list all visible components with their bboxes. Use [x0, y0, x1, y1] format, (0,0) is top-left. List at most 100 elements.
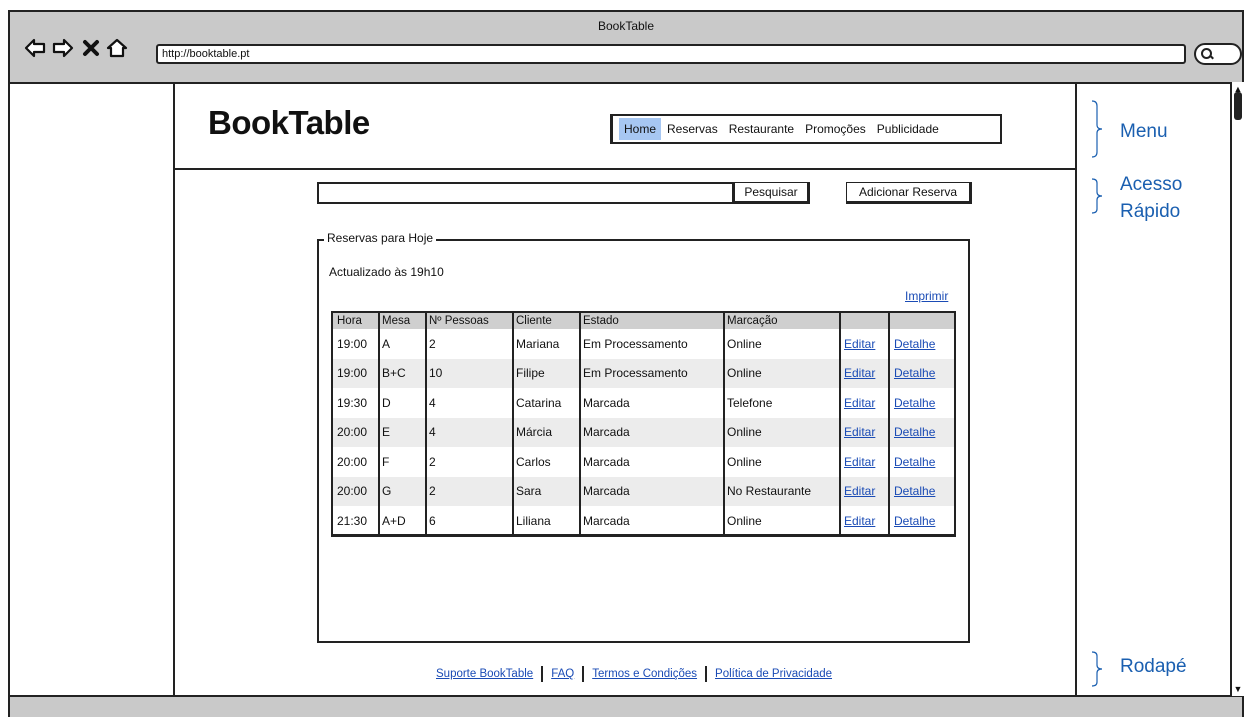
cell-hora: 19:00 [337, 366, 368, 381]
column-divider [888, 313, 890, 534]
reservations-table: Hora Mesa Nº Pessoas Cliente Estado Marc… [331, 311, 956, 537]
edit-link[interactable]: Editar [840, 418, 875, 448]
arrow-left-icon [24, 38, 46, 58]
print-link[interactable]: Imprimir [905, 289, 948, 303]
last-updated-text: Actualizado às 19h10 [329, 265, 444, 279]
menu-brace-icon [1091, 100, 1103, 158]
cell-cliente: Márcia [516, 425, 553, 440]
browser-title: BookTable [597, 19, 655, 33]
cell-marcacao: Online [727, 454, 762, 469]
search-button[interactable]: Pesquisar [734, 182, 810, 204]
menu-item-home[interactable]: Home [619, 118, 662, 140]
edit-link[interactable]: Editar [840, 506, 875, 534]
detail-link[interactable]: Detalhe [890, 447, 935, 477]
footer-link-support[interactable]: Suporte BookTable [436, 668, 533, 680]
add-reservation-button[interactable]: Adicionar Reserva [846, 182, 972, 204]
menu-item-reservas[interactable]: Reservas [662, 118, 723, 140]
footer-link-terms[interactable]: Termos e Condições [592, 668, 697, 680]
column-header-marcacao: Marcação [727, 315, 778, 327]
cell-marcacao: Online [727, 513, 762, 528]
close-icon [83, 40, 99, 56]
edit-link[interactable]: Editar [840, 447, 875, 477]
cell-marcacao: Online [727, 366, 762, 381]
search-icon [1201, 48, 1212, 59]
footer-separator [582, 666, 585, 682]
cell-mesa: A [382, 336, 391, 351]
quick-access-brace-icon [1091, 178, 1103, 214]
cell-cliente: Liliana [516, 513, 551, 528]
stop-button[interactable] [80, 37, 102, 59]
back-button[interactable] [24, 37, 46, 59]
column-divider [723, 313, 725, 534]
home-button[interactable] [106, 37, 128, 59]
scroll-down-icon[interactable]: ▼ [1233, 684, 1243, 694]
site-logo[interactable]: BookTable [208, 104, 370, 142]
cell-estado: Em Processamento [583, 336, 688, 351]
search-input[interactable] [317, 182, 734, 204]
cell-hora: 19:30 [337, 395, 368, 410]
cell-hora: 20:00 [337, 425, 368, 440]
menu-item-promocoes[interactable]: Promoções [800, 118, 871, 140]
footer-link-privacy[interactable]: Política de Privacidade [715, 668, 832, 680]
cell-cliente: Mariana [516, 336, 560, 351]
cell-marcacao: No Restaurante [727, 484, 812, 499]
cell-hora: 21:30 [337, 513, 368, 528]
browser-search-button[interactable] [1194, 43, 1242, 65]
column-header-hora: Hora [337, 315, 362, 327]
edit-link[interactable]: Editar [840, 388, 875, 418]
cell-hora: 20:00 [337, 484, 368, 499]
menu-item-restaurante[interactable]: Restaurante [724, 118, 799, 140]
column-divider [378, 313, 380, 534]
home-icon [106, 38, 128, 58]
cell-mesa: A+D [382, 513, 406, 528]
detail-link[interactable]: Detalhe [890, 506, 935, 534]
column-divider [425, 313, 427, 534]
annotation-menu: Menu [1120, 121, 1168, 142]
footer-link-faq[interactable]: FAQ [551, 668, 574, 680]
page-left-border [173, 82, 175, 696]
detail-link[interactable]: Detalhe [890, 418, 935, 448]
main-menu: Home Reservas Restaurante Promoções Publ… [610, 114, 1002, 144]
scroll-thumb[interactable] [1234, 92, 1242, 120]
cell-estado: Marcada [583, 484, 630, 499]
cell-pessoas: 4 [429, 425, 436, 440]
cell-marcacao: Online [727, 425, 762, 440]
column-divider [579, 313, 581, 534]
detail-link[interactable]: Detalhe [890, 329, 935, 359]
cell-cliente: Carlos [516, 454, 551, 469]
cell-estado: Marcada [583, 454, 630, 469]
cell-pessoas: 2 [429, 336, 436, 351]
column-header-cliente: Cliente [516, 315, 552, 327]
cell-mesa: D [382, 395, 391, 410]
column-divider [512, 313, 514, 534]
footer-brace-icon [1091, 651, 1103, 687]
cell-estado: Marcada [583, 425, 630, 440]
cell-pessoas: 6 [429, 513, 436, 528]
url-bar[interactable]: http://booktable.pt [156, 44, 1186, 64]
vertical-scrollbar[interactable] [1230, 82, 1244, 696]
detail-link[interactable]: Detalhe [890, 359, 935, 389]
forward-button[interactable] [52, 37, 74, 59]
cell-estado: Marcada [583, 513, 630, 528]
column-header-pessoas: Nº Pessoas [429, 315, 489, 327]
annotation-quick-access-line1: Acesso [1120, 174, 1183, 195]
edit-link[interactable]: Editar [840, 477, 875, 507]
cell-hora: 20:00 [337, 454, 368, 469]
annotation-quick-access-line2: Rápido [1120, 201, 1181, 222]
header-divider [173, 168, 1077, 170]
detail-link[interactable]: Detalhe [890, 388, 935, 418]
edit-link[interactable]: Editar [840, 359, 875, 389]
cell-estado: Marcada [583, 395, 630, 410]
browser-toolbar: BookTable http://booktable.pt [10, 12, 1242, 84]
cell-cliente: Filipe [516, 366, 545, 381]
cell-pessoas: 2 [429, 454, 436, 469]
column-header-estado: Estado [583, 315, 619, 327]
footer-separator [541, 666, 544, 682]
cell-mesa: E [382, 425, 391, 440]
cell-hora: 19:00 [337, 336, 368, 351]
cell-estado: Em Processamento [583, 366, 688, 381]
edit-link[interactable]: Editar [840, 329, 875, 359]
cell-pessoas: 2 [429, 484, 436, 499]
detail-link[interactable]: Detalhe [890, 477, 935, 507]
menu-item-publicidade[interactable]: Publicidade [872, 118, 944, 140]
